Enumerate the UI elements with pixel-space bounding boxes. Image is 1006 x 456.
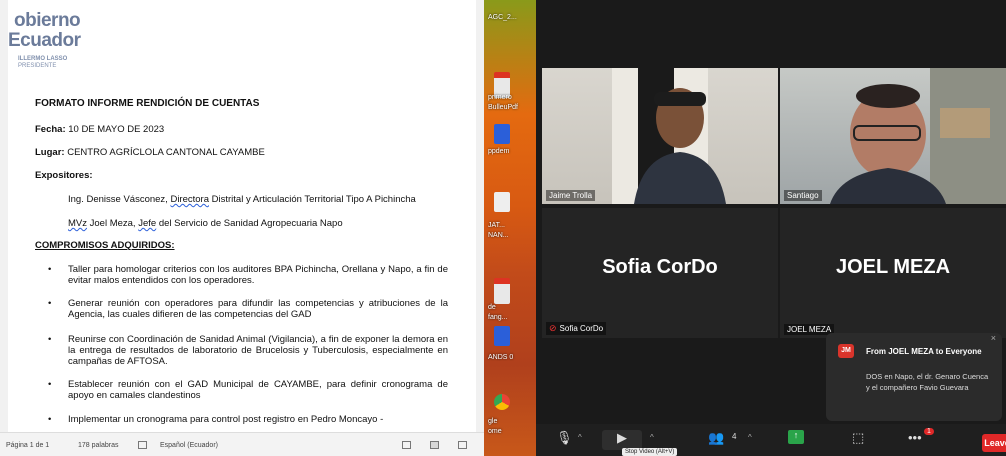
chat-message: DOS en Napo, el dr. Genaro Cuenca y el c… [866,372,989,392]
participant-name-tag: JOEL MEZA [784,324,835,335]
file-icon[interactable] [494,192,510,212]
fecha-line: Fecha: 10 DE MAYO DE 2023 [35,124,164,135]
print-layout-icon[interactable] [430,441,439,449]
lugar-line: Lugar: CENTRO AGRÍCLOLA CANTONAL CAYAMBE [35,147,265,158]
person-silhouette [830,68,1006,204]
desktop-icon-label[interactable]: ppdem [488,148,509,155]
desktop-icon-label[interactable]: ome [488,428,502,435]
person-silhouette [612,68,726,204]
share-screen-icon[interactable]: ↑ [788,430,804,444]
logo-line-4: PRESIDENTE [18,63,57,69]
participant-name-tag: ⊘ Sofia CorDo [546,322,607,335]
avatar: JM [838,344,854,358]
word-file-icon[interactable] [494,326,510,346]
leave-button[interactable]: Leave [982,434,1006,452]
lugar-label: Lugar: [35,147,65,158]
chat-notification[interactable]: × JM From JOEL MEZA to Everyone DOS en N… [826,333,1002,421]
mic-muted-icon: ⊘ [549,323,557,333]
participant-name: Jaime Trolla [546,190,596,201]
participant-video [542,68,778,204]
word-count[interactable]: 178 palabras [78,442,118,449]
logo-line-1: obierno [14,10,81,31]
close-icon[interactable]: × [991,333,996,343]
desktop-icon-label[interactable]: ANDS 0 [488,354,513,361]
more-icon[interactable]: ••• [908,430,922,445]
compromisos-heading: COMPROMISOS ADQUIRIDOS: [35,240,175,251]
notification-badge: 1 [924,428,934,435]
logo-line-3: ILLERMO LASSO [18,56,68,62]
participant-display-name: Sofia CorDo [602,256,718,278]
document-page[interactable]: obierno Ecuador ILLERMO LASSO PRESIDENTE… [8,0,476,432]
participant-video [780,68,1006,204]
participant-name: Santiago [784,190,822,201]
desktop-icon-label[interactable]: gle [488,418,497,425]
participant-tile-joel[interactable]: JOEL MEZA JOEL MEZA [780,208,1006,338]
participant-display-name: JOEL MEZA [835,256,951,278]
meeting-toolbar: 🎙 ^ ▶ ^ 👥 4 ^ ↑ ⬚ ••• 1 Leave [536,424,1006,456]
chevron-up-icon[interactable]: ^ [650,433,654,442]
participant-tile-jaime[interactable]: Jaime Trolla [542,68,778,204]
participants-count: 4 [732,432,737,441]
desktop-background: AGC_2... primero BulleuPdf ppdem JAT... … [484,0,536,456]
lugar-value: CENTRO AGRÍCLOLA CANTONAL CAYAMBE [67,147,265,158]
web-layout-icon[interactable] [458,441,467,449]
read-mode-icon[interactable] [402,441,411,449]
chevron-up-icon[interactable]: ^ [578,433,582,442]
word-file-icon[interactable] [494,124,510,144]
participants-icon[interactable]: 👥 [708,430,724,446]
language-indicator[interactable]: Español (Ecuador) [160,442,218,449]
page-count[interactable]: Página 1 de 1 [6,442,49,449]
desktop-icon-label[interactable]: primero [488,94,512,101]
logo-line-2: Ecuador [8,30,81,51]
participant-tile-santiago[interactable]: Santiago [780,68,1006,204]
fecha-value: 10 DE MAYO DE 2023 [68,124,165,135]
zoom-meeting-window: Jaime Trolla Santiago Sofia CorDo ⊘ Sofia… [536,0,1006,456]
document-title: FORMATO INFORME RENDICIÓN DE CUENTAS [35,98,260,109]
desktop-icon-label[interactable]: AGC_2... [488,14,517,21]
fecha-label: Fecha: [35,124,66,135]
desktop-icon-label[interactable]: de [488,304,496,311]
chrome-icon[interactable] [494,394,510,410]
chat-sender: From JOEL MEZA to Everyone [866,347,982,356]
word-window: obierno Ecuador ILLERMO LASSO PRESIDENTE… [0,0,484,456]
pdf-file-icon[interactable] [494,278,510,304]
desktop-icon-label[interactable]: fang... [488,314,507,321]
expositor-2: MVz Joel Meza, Jefe del Servicio de Sani… [68,218,343,229]
desktop-icon-label[interactable]: BulleuPdf [488,104,518,111]
chevron-up-icon[interactable]: ^ [748,433,752,442]
word-status-bar: Página 1 de 1 178 palabras Español (Ecua… [0,432,484,456]
expositores-label: Expositores: [35,170,93,181]
participant-tile-sofia[interactable]: Sofia CorDo ⊘ Sofia CorDo [542,208,778,338]
proofing-icon[interactable] [138,441,147,449]
microphone-icon[interactable]: 🎙 [556,430,573,446]
video-camera-icon[interactable]: ▶ [602,430,642,450]
desktop-icon-label[interactable]: NAN... [488,232,509,239]
desktop-icon-label[interactable]: JAT... [488,222,505,229]
expositor-1: Ing. Denisse Vásconez, Directora Distrit… [68,194,416,205]
reactions-icon[interactable]: ⬚ [852,430,864,446]
stop-video-tooltip: Stop Video (Alt+V) [622,448,678,456]
